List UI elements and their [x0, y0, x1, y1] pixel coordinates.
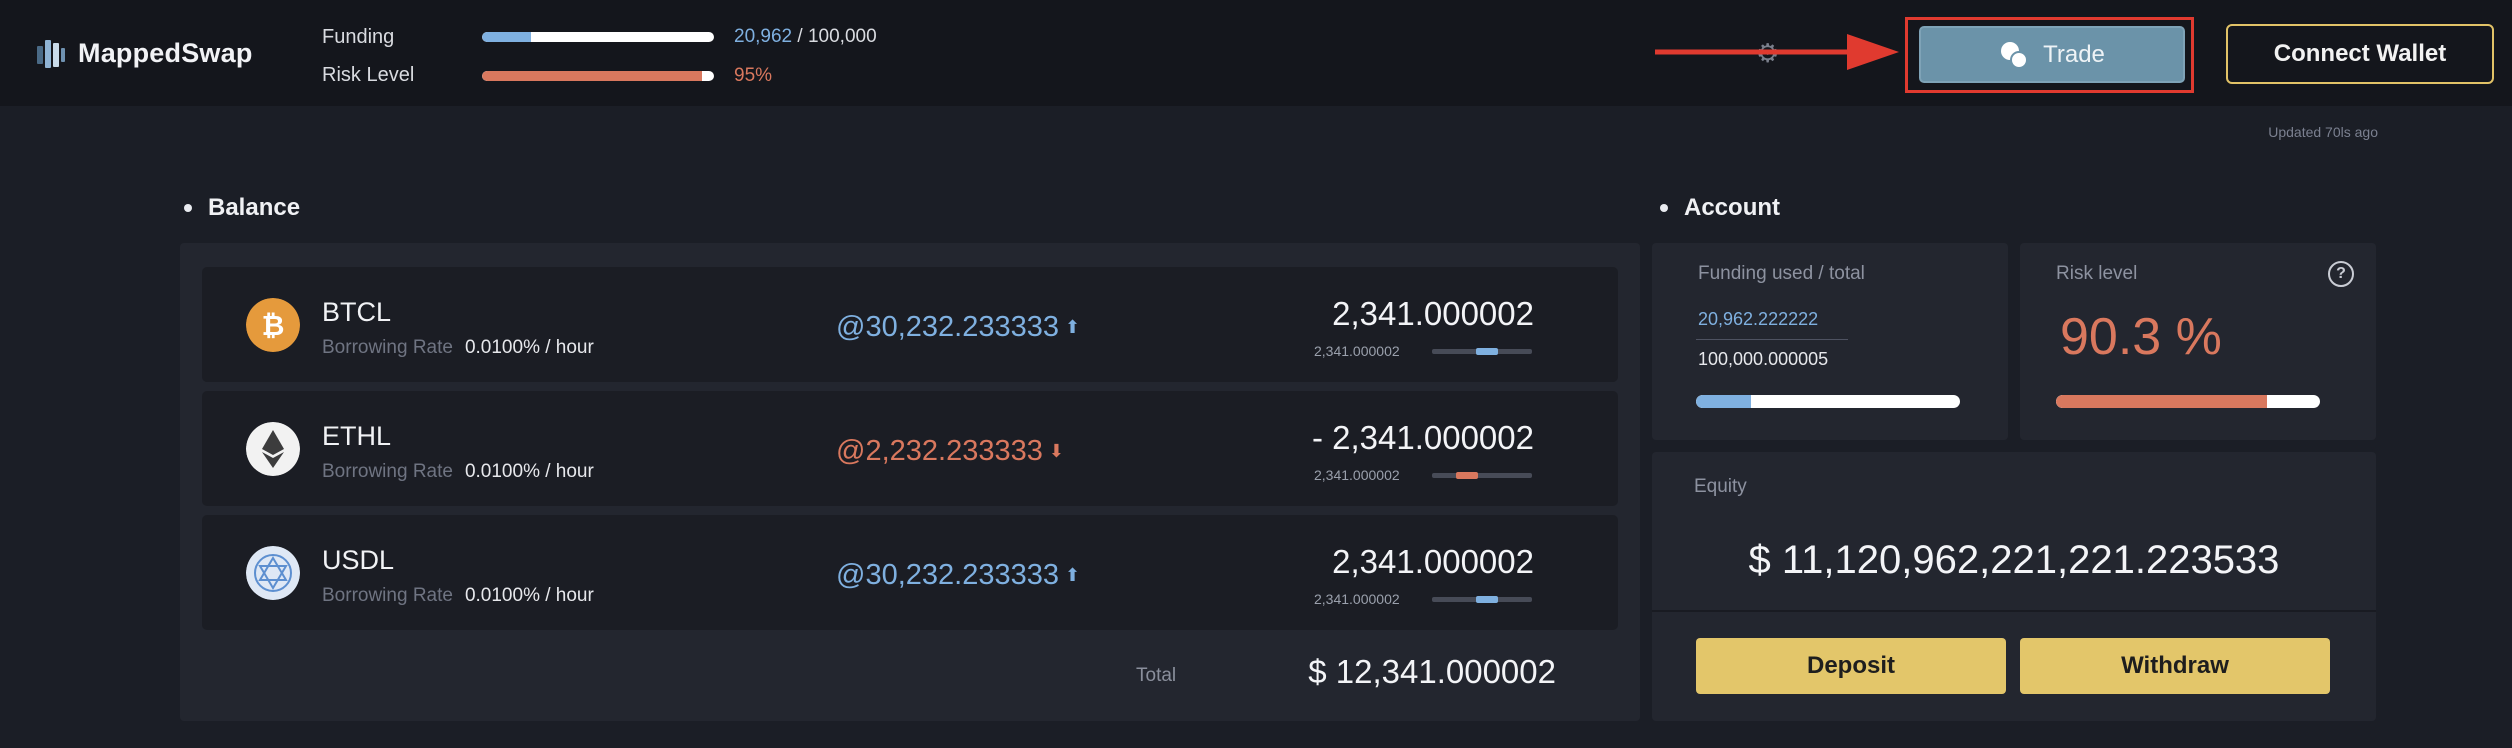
borrowing-rate-label: Borrowing Rate [322, 585, 453, 606]
funding-progress [1696, 395, 1960, 408]
balance-heading: Balance [184, 194, 300, 222]
borrowing-rate-value: 0.0100% / hour [464, 337, 594, 358]
asset-level-fill [1456, 472, 1478, 479]
asset-name: USDL [322, 545, 395, 575]
updated-timestamp: Updated 70ls ago [2268, 124, 2378, 140]
asset-amount: 2,341.000002 [1332, 295, 1534, 332]
funding-used: 20,962 [734, 26, 793, 47]
connect-wallet-button[interactable]: Connect Wallet [2226, 24, 2494, 84]
borrowing-rate-label: Borrowing Rate [322, 461, 453, 482]
svg-text:₿: ₿ [262, 309, 285, 342]
asset-row-usdl[interactable]: USDL Borrowing Rate 0.0100% / hour @30,23… [202, 515, 1618, 630]
borrowing-rate-value: 0.0100% / hour [464, 585, 594, 606]
bitcoin-icon: ₿ [246, 298, 300, 352]
asset-amount-sub: 2,341.000002 [1314, 591, 1400, 607]
top-bar: MappedSwap Funding 20,962 / 100,000 Risk… [0, 0, 2512, 106]
bullet-icon [1660, 204, 1668, 212]
asset-level-bar [1432, 472, 1532, 479]
divider [1696, 339, 1848, 340]
arrow-down-icon: ⬇ [1048, 441, 1064, 461]
trade-label: Trade [2043, 40, 2105, 68]
risk-level-value: 95% [734, 65, 773, 86]
funding-total: 100,000 [807, 26, 877, 47]
risk-card: Risk level ? 90.3 % [2020, 243, 2376, 440]
risk-meter-fill [482, 71, 703, 81]
funding-separator: / [792, 26, 808, 47]
funding-meter-fill [482, 32, 531, 42]
arrow-up-icon: ⬆ [1064, 565, 1081, 585]
asset-level-bar [1432, 348, 1532, 355]
equity-card: Equity $ 11,120,962,221,221.223533 Depos… [1652, 452, 2376, 721]
ethereum-icon [246, 422, 300, 476]
funding-used-value: 20,962.222222 [1698, 309, 1819, 329]
equity-value: $ 11,120,962,221,221.223533 [1748, 538, 2280, 582]
asset-level-fill [1476, 348, 1498, 355]
borrowing-rate: Borrowing Rate 0.0100% / hour [322, 337, 594, 359]
borrowing-rate-label: Borrowing Rate [322, 337, 453, 358]
risk-progress-fill [2056, 395, 2268, 408]
funding-value: 20,962 / 100,000 [734, 26, 877, 48]
asset-name: BTCL [322, 297, 392, 327]
withdraw-button[interactable]: Withdraw [2020, 638, 2330, 694]
trade-button[interactable]: Trade [1919, 26, 2185, 83]
price-value: @2,232.233333 [836, 435, 1043, 467]
help-icon[interactable]: ? [2328, 261, 2354, 287]
risk-progress [2056, 395, 2320, 408]
funding-label: Funding [322, 26, 395, 48]
asset-amount-sub: 2,341.000002 [1314, 343, 1400, 359]
asset-price: @30,232.233333 ⬆ [836, 559, 1080, 592]
deposit-button[interactable]: Deposit [1696, 638, 2006, 694]
borrowing-rate-value: 0.0100% / hour [464, 461, 594, 482]
logo[interactable]: MappedSwap [36, 36, 253, 70]
trade-swap-icon [2001, 41, 2029, 69]
account-heading: Account [1660, 194, 1780, 222]
asset-price: @2,232.233333 ⬇ [836, 435, 1064, 468]
borrowing-rate: Borrowing Rate 0.0100% / hour [322, 585, 594, 607]
borrowing-rate: Borrowing Rate 0.0100% / hour [322, 461, 594, 483]
arrow-up-icon: ⬆ [1064, 317, 1081, 337]
bullet-icon [184, 204, 192, 212]
annotation-arrow-icon [1655, 34, 1899, 70]
asset-row-btcl[interactable]: ₿ BTCL Borrowing Rate 0.0100% / hour @30,… [202, 267, 1618, 382]
asset-price: @30,232.233333 ⬆ [836, 311, 1080, 344]
asset-level-bar [1432, 596, 1532, 603]
asset-amount: - 2,341.000002 [1311, 419, 1534, 456]
usd-coin-icon [246, 546, 300, 600]
asset-amount: 2,341.000002 [1332, 543, 1534, 580]
balance-title: Balance [208, 194, 301, 221]
divider [1652, 610, 2376, 612]
risk-meter [482, 71, 714, 81]
asset-row-ethl[interactable]: ETHL Borrowing Rate 0.0100% / hour @2,232… [202, 391, 1618, 506]
risk-level-percent: 90.3 % [2060, 308, 2222, 366]
asset-name: ETHL [322, 421, 392, 451]
total-label: Total [1136, 665, 1177, 686]
risk-card-label: Risk level [2056, 263, 2138, 284]
balance-panel: ₿ BTCL Borrowing Rate 0.0100% / hour @30,… [180, 243, 1640, 721]
price-value: @30,232.233333 [836, 559, 1059, 591]
account-title: Account [1684, 194, 1780, 221]
asset-amount-sub: 2,341.000002 [1314, 467, 1400, 483]
total-value: $ 12,341.000002 [1308, 653, 1556, 690]
funding-progress-fill [1696, 395, 1752, 408]
funding-meter [482, 32, 714, 42]
equity-label: Equity [1694, 476, 1747, 497]
funding-total-value: 100,000.000005 [1698, 349, 1829, 369]
funding-card: Funding used / total 20,962.222222 100,0… [1652, 243, 2008, 440]
price-value: @30,232.233333 [836, 311, 1059, 343]
funding-card-label: Funding used / total [1698, 263, 1865, 284]
mappedswap-logo-icon [37, 40, 65, 68]
brand-name: MappedSwap [78, 37, 253, 68]
asset-level-fill [1476, 596, 1498, 603]
risk-level-label: Risk Level [322, 64, 415, 86]
